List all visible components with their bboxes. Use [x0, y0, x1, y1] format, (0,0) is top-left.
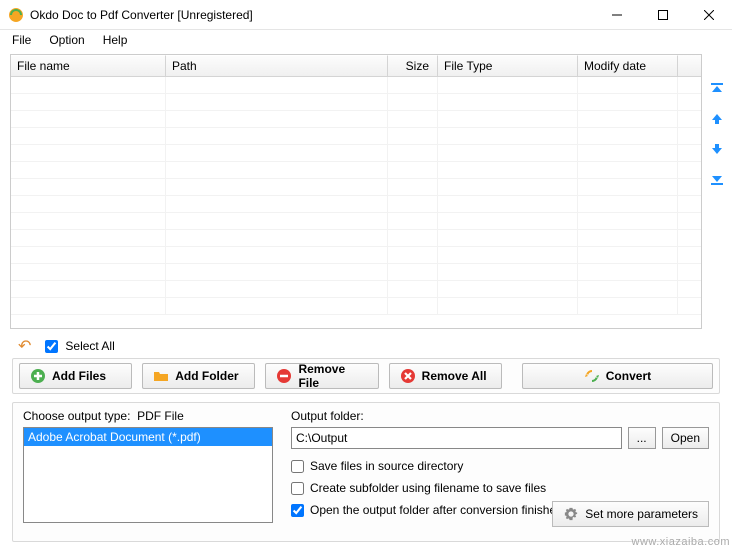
output-type-item[interactable]: Adobe Acrobat Document (*.pdf) — [24, 428, 272, 446]
app-icon — [8, 7, 24, 23]
browse-button[interactable]: ... — [628, 427, 656, 449]
output-type-value: PDF File — [137, 409, 184, 423]
output-panel: Choose output type: PDF File Adobe Acrob… — [12, 402, 720, 542]
close-button[interactable] — [686, 0, 732, 30]
column-path[interactable]: Path — [166, 55, 388, 76]
toolbar: Add Files Add Folder Remove File Remove … — [12, 358, 720, 394]
menu-bar: File Option Help — [0, 30, 732, 50]
output-folder-label: Output folder: — [291, 409, 709, 423]
remove-all-button[interactable]: Remove All — [389, 363, 502, 389]
select-all-checkbox[interactable]: Select All — [41, 337, 114, 356]
x-icon — [400, 368, 416, 384]
remove-file-button[interactable]: Remove File — [265, 363, 378, 389]
folder-icon — [153, 368, 169, 384]
add-files-button[interactable]: Add Files — [19, 363, 132, 389]
add-folder-button[interactable]: Add Folder — [142, 363, 255, 389]
move-top-icon[interactable] — [708, 80, 726, 98]
output-type-label: Choose output type: — [23, 409, 130, 423]
file-list-body[interactable] — [11, 77, 701, 328]
opt-save-in-source-checkbox[interactable] — [291, 460, 304, 473]
column-headers: File name Path Size File Type Modify dat… — [11, 55, 701, 77]
output-folder-input[interactable] — [291, 427, 622, 449]
minus-icon — [276, 368, 292, 384]
opt-create-subfolder-checkbox[interactable] — [291, 482, 304, 495]
file-list: File name Path Size File Type Modify dat… — [10, 54, 702, 329]
menu-option[interactable]: Option — [41, 31, 92, 49]
maximize-button[interactable] — [640, 0, 686, 30]
open-folder-button[interactable]: Open — [662, 427, 709, 449]
select-all-label: Select All — [65, 339, 114, 353]
column-filetype[interactable]: File Type — [438, 55, 578, 76]
gear-icon — [563, 506, 579, 522]
column-filename[interactable]: File name — [11, 55, 166, 76]
move-bottom-icon[interactable] — [708, 170, 726, 188]
column-size[interactable]: Size — [388, 55, 438, 76]
plus-icon — [30, 368, 46, 384]
set-more-parameters-button[interactable]: Set more parameters — [552, 501, 709, 527]
opt-save-in-source[interactable]: Save files in source directory — [291, 459, 709, 473]
output-type-list[interactable]: Adobe Acrobat Document (*.pdf) — [23, 427, 273, 523]
opt-open-after-checkbox[interactable] — [291, 504, 304, 517]
menu-file[interactable]: File — [4, 31, 39, 49]
minimize-button[interactable] — [594, 0, 640, 30]
menu-help[interactable]: Help — [95, 31, 136, 49]
output-type-heading: Choose output type: PDF File — [23, 409, 273, 423]
convert-button[interactable]: Convert — [522, 363, 713, 389]
window-title: Okdo Doc to Pdf Converter [Unregistered] — [30, 8, 594, 22]
move-up-icon[interactable] — [708, 110, 726, 128]
select-all-row: ↶ Select All — [18, 336, 115, 356]
up-folder-icon[interactable]: ↶ — [18, 336, 31, 356]
opt-create-subfolder[interactable]: Create subfolder using filename to save … — [291, 481, 709, 495]
watermark: www.xiazaiba.com — [632, 536, 730, 548]
select-all-input[interactable] — [45, 340, 58, 353]
column-modifydate[interactable]: Modify date — [578, 55, 678, 76]
title-bar: Okdo Doc to Pdf Converter [Unregistered] — [0, 0, 732, 30]
move-down-icon[interactable] — [708, 140, 726, 158]
convert-icon — [584, 368, 600, 384]
reorder-buttons — [708, 80, 726, 188]
